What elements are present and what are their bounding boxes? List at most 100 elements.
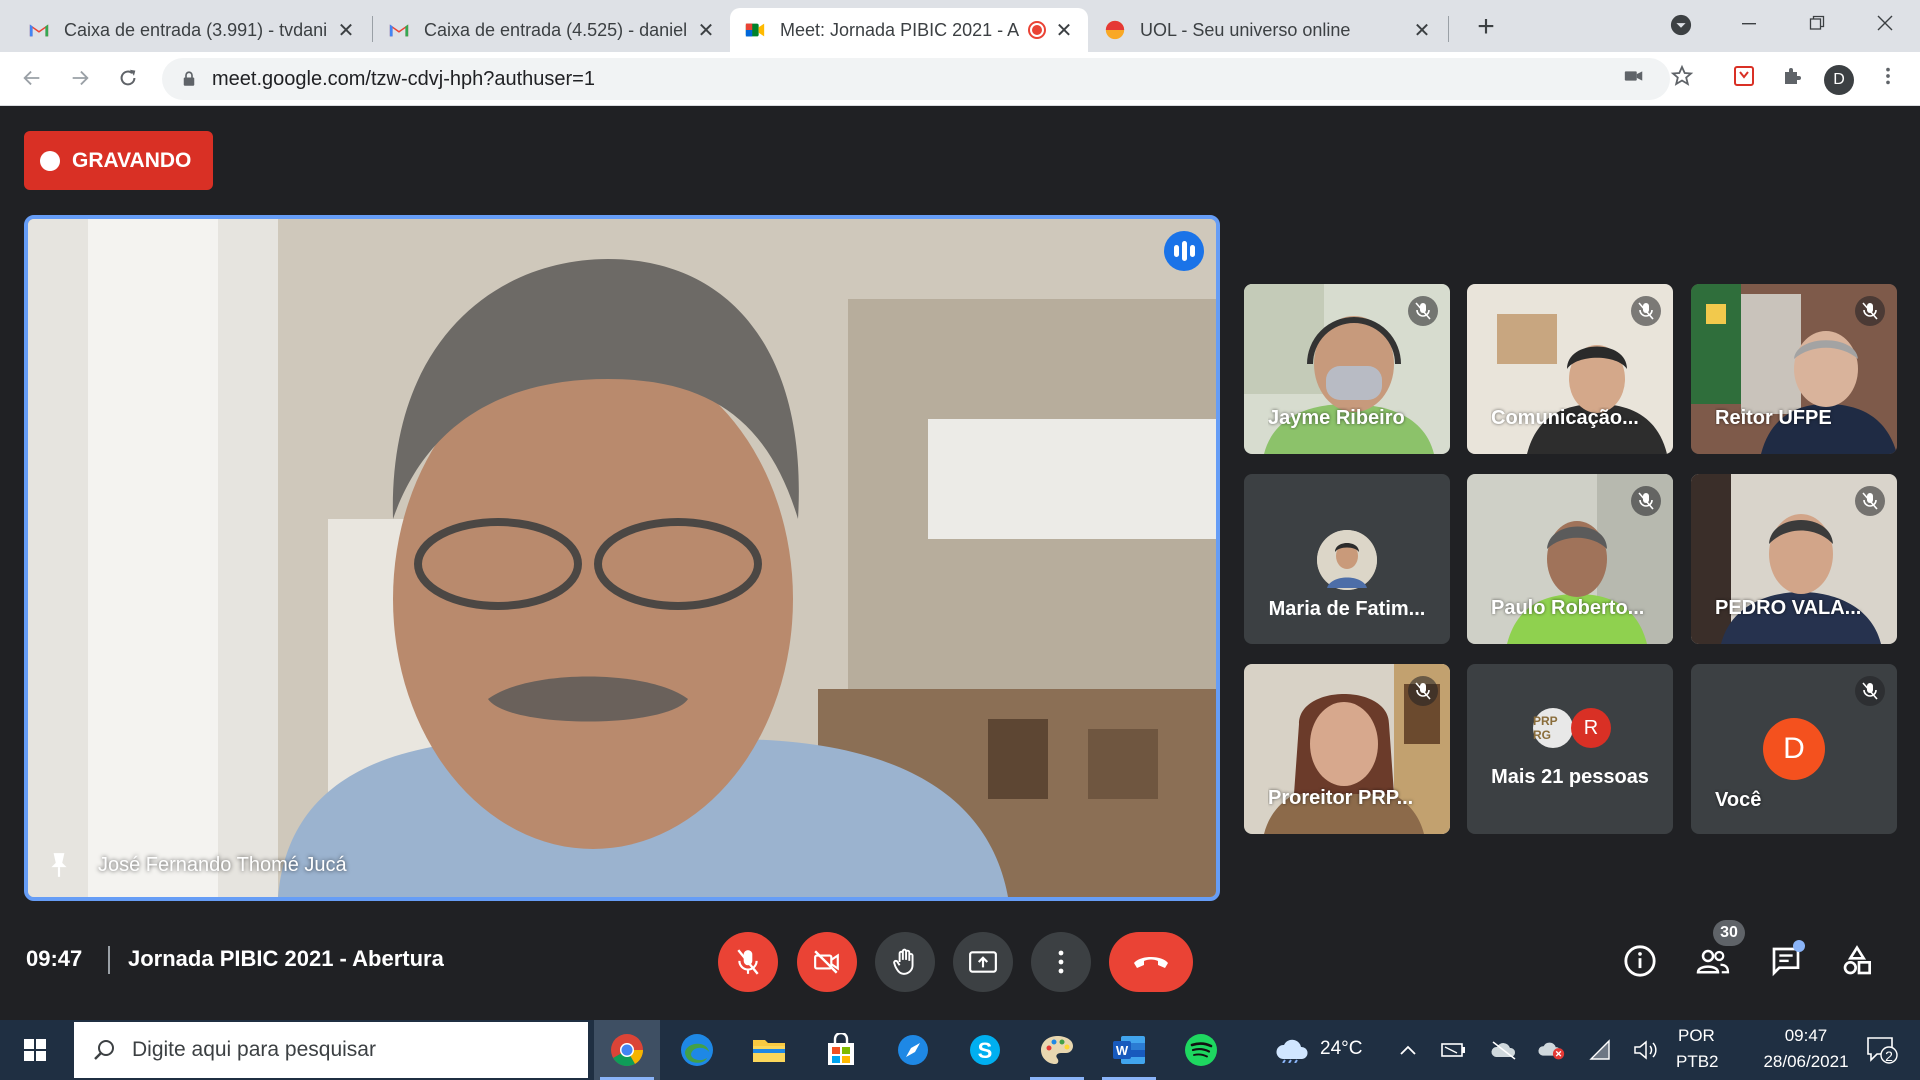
raise-hand-button[interactable] bbox=[875, 932, 935, 992]
mic-off-icon bbox=[1855, 296, 1885, 326]
participant-tile[interactable]: Paulo Roberto... bbox=[1467, 474, 1673, 644]
taskbar-store[interactable] bbox=[808, 1020, 874, 1080]
mic-off-icon bbox=[1408, 296, 1438, 326]
present-screen-button[interactable] bbox=[953, 932, 1013, 992]
tab-uol[interactable]: UOL - Seu universo online ✕ bbox=[1090, 8, 1446, 52]
meeting-details-button[interactable] bbox=[1617, 938, 1663, 984]
new-tab-button[interactable]: + bbox=[1468, 10, 1504, 46]
tab-meet[interactable]: Meet: Jornada PIBIC 2021 - A ✕ bbox=[730, 8, 1088, 52]
more-participants-tile[interactable]: PRP RG R Mais 21 pessoas bbox=[1467, 664, 1673, 834]
extensions-button[interactable] bbox=[1776, 64, 1808, 96]
notification-count: 2 bbox=[1885, 1048, 1893, 1064]
lock-icon bbox=[183, 71, 195, 86]
forward-button[interactable] bbox=[64, 64, 96, 96]
participant-tile[interactable]: PEDRO VALA... bbox=[1691, 474, 1897, 644]
wifi-icon[interactable] bbox=[1586, 1036, 1614, 1064]
taskbar-word[interactable]: W bbox=[1096, 1020, 1162, 1080]
participant-name: Maria de Fatim... bbox=[1268, 598, 1426, 620]
close-window-button[interactable] bbox=[1860, 6, 1910, 44]
participant-tile[interactable]: Jayme Ribeiro bbox=[1244, 284, 1450, 454]
url-text: meet.google.com/tzw-cdvj-hph?authuser=1 bbox=[212, 67, 595, 90]
mic-off-icon bbox=[1631, 296, 1661, 326]
camera-in-use-button[interactable] bbox=[1618, 64, 1650, 96]
hidden-icons-chevron-icon[interactable] bbox=[1394, 1036, 1422, 1064]
reload-button[interactable] bbox=[112, 64, 144, 96]
recording-badge[interactable]: GRAVANDO bbox=[24, 131, 214, 190]
tab-title: Caixa de entrada (3.991) - tvdani bbox=[64, 19, 328, 40]
speaking-indicator-icon bbox=[1164, 231, 1204, 271]
camera-off-icon bbox=[814, 950, 839, 974]
more-vertical-icon bbox=[1058, 950, 1064, 974]
tab-gmail-2[interactable]: Caixa de entrada (4.525) - daniel ✕ bbox=[374, 8, 730, 52]
close-tab-icon[interactable]: ✕ bbox=[1412, 18, 1432, 43]
self-tile[interactable]: D Você bbox=[1691, 664, 1897, 834]
participant-name: Paulo Roberto... bbox=[1491, 597, 1645, 619]
tab-gmail-1[interactable]: Caixa de entrada (3.991) - tvdani ✕ bbox=[14, 8, 370, 52]
close-tab-icon[interactable]: ✕ bbox=[336, 18, 356, 43]
store-bag-icon bbox=[828, 1033, 854, 1065]
recording-label: GRAVANDO bbox=[72, 148, 192, 172]
pin-icon[interactable] bbox=[46, 851, 72, 879]
recording-dot-icon bbox=[40, 150, 60, 171]
browser-tab-bar: Caixa de entrada (3.991) - tvdani ✕ Caix… bbox=[0, 0, 1920, 52]
chrome-icon bbox=[611, 1034, 644, 1067]
present-icon bbox=[969, 951, 997, 973]
camera-toggle-button[interactable] bbox=[797, 932, 857, 992]
participant-tile[interactable]: Reitor UFPE bbox=[1691, 284, 1897, 454]
camera-icon bbox=[1624, 71, 1643, 81]
restore-button[interactable] bbox=[1792, 6, 1842, 44]
meeting-controls-bar: 09:47 Jornada PIBIC 2021 - Abertura 30 bbox=[0, 910, 1920, 1012]
activities-button[interactable] bbox=[1834, 938, 1880, 984]
participant-tile[interactable]: Proreitor PRP... bbox=[1244, 664, 1450, 834]
participant-name: PEDRO VALA... bbox=[1715, 597, 1862, 619]
leave-call-button[interactable] bbox=[1109, 932, 1193, 992]
compass-app-icon bbox=[898, 1035, 928, 1065]
browser-menu-button[interactable] bbox=[1872, 64, 1904, 96]
more-options-button[interactable] bbox=[1031, 932, 1091, 992]
mic-off-icon bbox=[1408, 676, 1438, 706]
weather-cloud-icon[interactable] bbox=[1274, 1036, 1310, 1064]
back-button[interactable] bbox=[16, 64, 48, 96]
clock-time[interactable]: 09:47 bbox=[1758, 1026, 1854, 1046]
keyboard-language[interactable]: POR bbox=[1678, 1026, 1715, 1046]
weather-temperature[interactable]: 24°C bbox=[1320, 1038, 1362, 1060]
tab-divider bbox=[1448, 16, 1449, 42]
edge-icon bbox=[681, 1034, 713, 1066]
more-vertical-icon bbox=[1886, 67, 1890, 85]
battery-icon[interactable] bbox=[1440, 1036, 1468, 1064]
volume-icon[interactable] bbox=[1632, 1036, 1660, 1064]
taskbar-edge[interactable] bbox=[664, 1020, 730, 1080]
extension-button[interactable] bbox=[1728, 64, 1760, 96]
tab-title: Meet: Jornada PIBIC 2021 - A bbox=[780, 19, 1020, 40]
minimize-button[interactable] bbox=[1724, 6, 1774, 44]
tab-search-button[interactable] bbox=[1656, 6, 1706, 44]
taskbar-skype[interactable]: S bbox=[952, 1020, 1018, 1080]
onedrive-off-icon[interactable] bbox=[1490, 1036, 1518, 1064]
taskbar-file-explorer[interactable] bbox=[736, 1020, 802, 1080]
windows-logo-icon bbox=[24, 1039, 46, 1061]
participant-tile[interactable]: Comunicação... bbox=[1467, 284, 1673, 454]
taskbar-paint[interactable] bbox=[1024, 1020, 1090, 1080]
main-speaker-name: José Fernando Thomé Jucá bbox=[98, 854, 347, 876]
taskbar-app-compass[interactable] bbox=[880, 1020, 946, 1080]
participant-tile[interactable]: Maria de Fatim... bbox=[1244, 474, 1450, 644]
start-button[interactable] bbox=[0, 1020, 70, 1080]
taskbar-chrome[interactable] bbox=[594, 1020, 660, 1080]
main-speaker-tile[interactable]: José Fernando Thomé Jucá bbox=[24, 215, 1220, 901]
onedrive-error-icon[interactable] bbox=[1538, 1036, 1566, 1064]
taskbar-spotify[interactable] bbox=[1168, 1020, 1234, 1080]
chat-notification-dot bbox=[1793, 940, 1805, 952]
profile-avatar[interactable]: D bbox=[1824, 65, 1854, 95]
close-tab-icon[interactable]: ✕ bbox=[1054, 18, 1074, 43]
bookmark-button[interactable] bbox=[1666, 64, 1698, 96]
microphone-toggle-button[interactable] bbox=[718, 932, 778, 992]
phone-hangup-icon bbox=[1134, 957, 1168, 968]
uol-icon bbox=[1105, 20, 1125, 40]
taskbar-search-box[interactable]: Digite aqui para pesquisar bbox=[74, 1022, 588, 1078]
clock-date[interactable]: 28/06/2021 bbox=[1746, 1052, 1866, 1072]
omnibox[interactable]: meet.google.com/tzw-cdvj-hph?authuser=1 bbox=[162, 58, 1670, 100]
restore-icon bbox=[1809, 15, 1825, 30]
close-tab-icon[interactable]: ✕ bbox=[696, 18, 716, 43]
keyboard-layout[interactable]: PTB2 bbox=[1676, 1052, 1719, 1072]
self-avatar: D bbox=[1763, 718, 1825, 780]
